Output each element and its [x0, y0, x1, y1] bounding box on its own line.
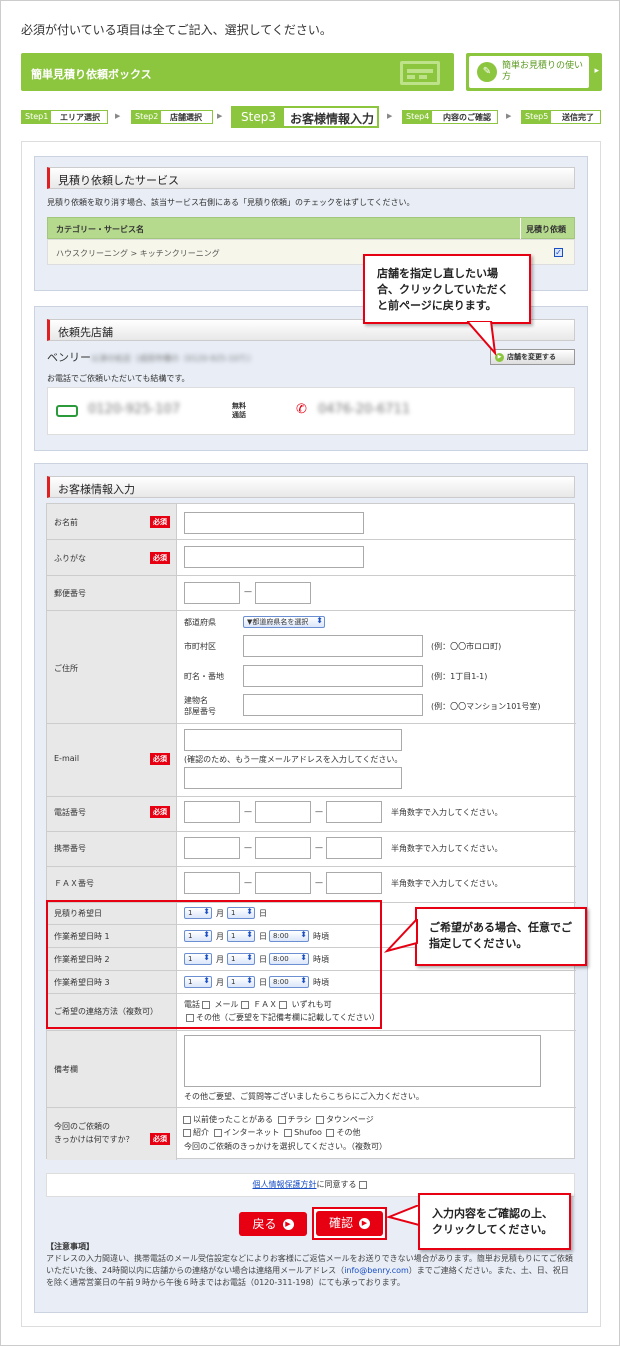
mobile1-input[interactable]: [184, 837, 240, 859]
email-input[interactable]: [184, 729, 402, 751]
section-header: 見積り依頼したサービス: [47, 167, 575, 189]
privacy-policy-link[interactable]: 個人情報保護方針: [253, 1180, 317, 1189]
howto-label: 簡単お見積りの使い方: [502, 61, 584, 82]
remarks-textarea[interactable]: [184, 1035, 541, 1087]
step-2: Step2 店舗選択: [131, 110, 213, 124]
step-arrow-icon: ▶: [387, 112, 393, 120]
required-badge: 必須: [150, 552, 170, 564]
prefecture-select[interactable]: ▼都道府県名を選択: [243, 616, 325, 628]
estimate-checkbox[interactable]: ✓: [554, 248, 563, 257]
phone2-input[interactable]: [255, 801, 311, 823]
trigger-internet-checkbox[interactable]: [213, 1128, 222, 1137]
store-contact-box: 0120-925-107 無料 通話 ✆ 0476-20-6711: [47, 387, 575, 435]
step-3-current: Step3 お客様情報入力: [231, 106, 379, 128]
play-icon: ▶: [282, 1219, 294, 1230]
callout-optional: ご希望がある場合、任意でご指定してください。: [415, 907, 587, 966]
step-arrow-icon: ▶: [506, 112, 512, 120]
estimate-box-bar: 簡単見積り依頼ボックス: [21, 53, 454, 91]
callout-pointer: [387, 1205, 420, 1227]
mobile3-input[interactable]: [326, 837, 382, 859]
freedial-icon: [56, 405, 78, 417]
required-badge: 必須: [150, 753, 170, 765]
trigger-options-row2: 紹介 インターネット Shufoo その他: [181, 1127, 360, 1138]
required-badge: 必須: [150, 806, 170, 818]
store-call-note: お電話でご依頼いただいても結構です。: [47, 374, 190, 383]
callout-confirm: 入力内容をご確認の上、クリックしてください。: [418, 1193, 571, 1250]
service-table-header: カテゴリー・サービス名 見積り依頼: [47, 217, 575, 240]
fax2-input[interactable]: [255, 872, 311, 894]
play-icon: ▶: [359, 1218, 370, 1229]
step-arrow-icon: ▶: [115, 112, 121, 120]
back-button[interactable]: 戻る ▶: [239, 1212, 307, 1236]
email-confirm-input[interactable]: [184, 767, 402, 789]
pencil-icon: ✎: [477, 62, 497, 82]
required-badge: 必須: [150, 1133, 170, 1145]
section-header: お客様情報入力: [47, 476, 575, 498]
step-arrow-icon: ▶: [217, 112, 223, 120]
town-input[interactable]: [243, 665, 423, 687]
city-input[interactable]: [243, 635, 423, 657]
page: 必須が付いている項目は全てご記入、選択してください。 簡単見積り依頼ボックス ✎…: [0, 0, 620, 1346]
trigger-shufoo-checkbox[interactable]: [284, 1128, 293, 1137]
fax1-input[interactable]: [184, 872, 240, 894]
privacy-agree-checkbox[interactable]: [358, 1180, 367, 1189]
callout-pointer: [383, 919, 418, 953]
trigger-townpage-checkbox[interactable]: [315, 1115, 324, 1124]
change-store-button[interactable]: ▶ 店舗を変更する: [490, 349, 575, 365]
fax3-input[interactable]: [326, 872, 382, 894]
name-input[interactable]: [184, 512, 364, 534]
building-input[interactable]: [243, 694, 423, 716]
service-note: 見積り依頼を取り消す場合、該当サービス右側にある「見積り依頼」のチェックをはずし…: [47, 198, 415, 207]
callout-pointer: [467, 321, 497, 356]
trigger-flyer-checkbox[interactable]: [277, 1115, 286, 1124]
howto-button[interactable]: ✎ 簡単お見積りの使い方 ▸: [466, 53, 602, 91]
step-1: Step1 エリア選択: [21, 110, 108, 124]
estimate-box-title: 簡単見積り依頼ボックス: [31, 68, 152, 81]
trigger-options-row1: 以前使ったことがある チラシ タウンページ: [181, 1114, 374, 1125]
support-email-link[interactable]: info@benry.com: [344, 1266, 409, 1275]
zip1-input[interactable]: [184, 582, 240, 604]
phone3-input[interactable]: [326, 801, 382, 823]
store-section: 依頼先店舗 ベンリー以津の松店（成田市幡の（0120-925-107）） ▶ 店…: [34, 306, 588, 451]
trigger-other-checkbox[interactable]: [326, 1128, 335, 1137]
step-5: Step5 送信完了: [521, 110, 601, 124]
trigger-referral-checkbox[interactable]: [183, 1128, 191, 1137]
phone-icon: ✆: [296, 402, 307, 417]
phone1-input[interactable]: [184, 801, 240, 823]
chevron-right-icon: ▸: [594, 66, 599, 76]
required-badge: 必須: [150, 516, 170, 528]
store-name: ベンリー以津の松店（成田市幡の（0120-925-107））: [47, 351, 256, 364]
step-4: Step4 内容のご確認: [402, 110, 498, 124]
box-icon: [400, 61, 440, 85]
kana-input[interactable]: [184, 546, 364, 568]
confirm-button[interactable]: 確認 ▶: [316, 1211, 383, 1236]
notice-text: アドレスの入力間違い、携帯電話のメール受信設定などによりお客様にご返信メールをお…: [46, 1254, 573, 1287]
zip2-input[interactable]: [255, 582, 311, 604]
mobile2-input[interactable]: [255, 837, 311, 859]
optional-highlight-box: [46, 900, 382, 1029]
trigger-used-before-checkbox[interactable]: [183, 1115, 191, 1124]
intro-text: 必須が付いている項目は全てご記入、選択してください。: [21, 23, 332, 37]
callout-change-store: 店舗を指定し直したい場合、クリックしていただくと前ページに戻ります。: [363, 254, 531, 324]
notice-title: 【注意事項】: [46, 1242, 94, 1251]
